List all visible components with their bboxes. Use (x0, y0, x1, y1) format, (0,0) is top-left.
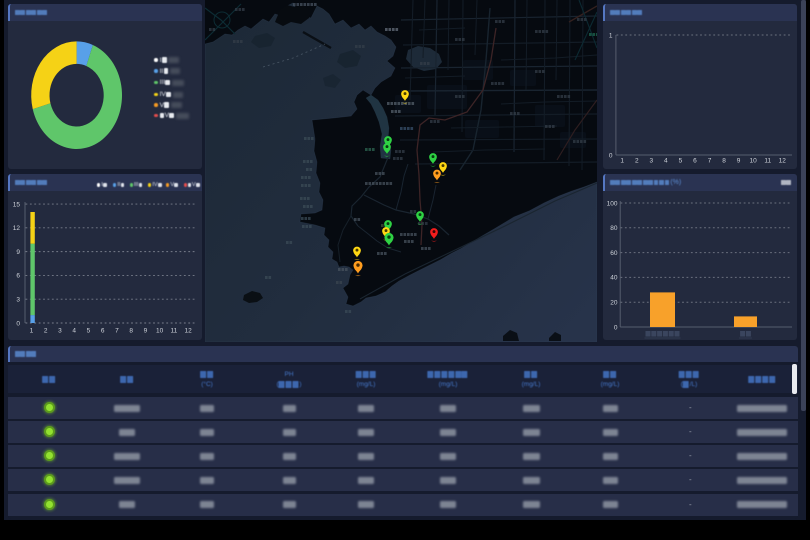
svg-text:10: 10 (750, 158, 758, 165)
svg-text:3: 3 (58, 328, 62, 335)
svg-text:11: 11 (171, 328, 178, 335)
svg-text:40: 40 (610, 275, 618, 282)
svg-text:6: 6 (101, 328, 105, 335)
svg-text:7: 7 (115, 328, 119, 335)
svg-text:80: 80 (610, 225, 618, 232)
svg-text:3: 3 (649, 158, 653, 165)
svg-text:9: 9 (737, 158, 741, 165)
svg-text:4: 4 (664, 158, 668, 165)
svg-text:12: 12 (779, 158, 787, 165)
svg-text:12: 12 (13, 225, 21, 232)
svg-text:0: 0 (609, 152, 613, 159)
svg-text:1: 1 (30, 328, 34, 335)
svg-text:0: 0 (614, 324, 618, 331)
svg-text:8: 8 (129, 328, 133, 335)
svg-text:60: 60 (610, 250, 618, 257)
svg-text:5: 5 (87, 328, 91, 335)
svg-text:11: 11 (764, 158, 771, 165)
svg-text:6: 6 (16, 273, 20, 280)
svg-text:0: 0 (16, 320, 20, 327)
svg-text:2: 2 (635, 158, 639, 165)
svg-text:100: 100 (607, 200, 618, 207)
svg-text:9: 9 (16, 249, 20, 256)
svg-text:20: 20 (610, 300, 618, 307)
svg-text:5: 5 (679, 158, 683, 165)
svg-text:12: 12 (185, 328, 193, 335)
svg-text:4: 4 (72, 328, 76, 335)
svg-text:2: 2 (44, 328, 48, 335)
svg-text:1: 1 (609, 32, 613, 39)
svg-text:7: 7 (708, 158, 712, 165)
svg-text:8: 8 (722, 158, 726, 165)
svg-text:10: 10 (156, 328, 164, 335)
svg-text:1: 1 (620, 158, 624, 165)
svg-text:6: 6 (693, 158, 697, 165)
svg-text:9: 9 (144, 328, 148, 335)
svg-text:15: 15 (13, 201, 21, 208)
svg-text:3: 3 (16, 297, 20, 304)
